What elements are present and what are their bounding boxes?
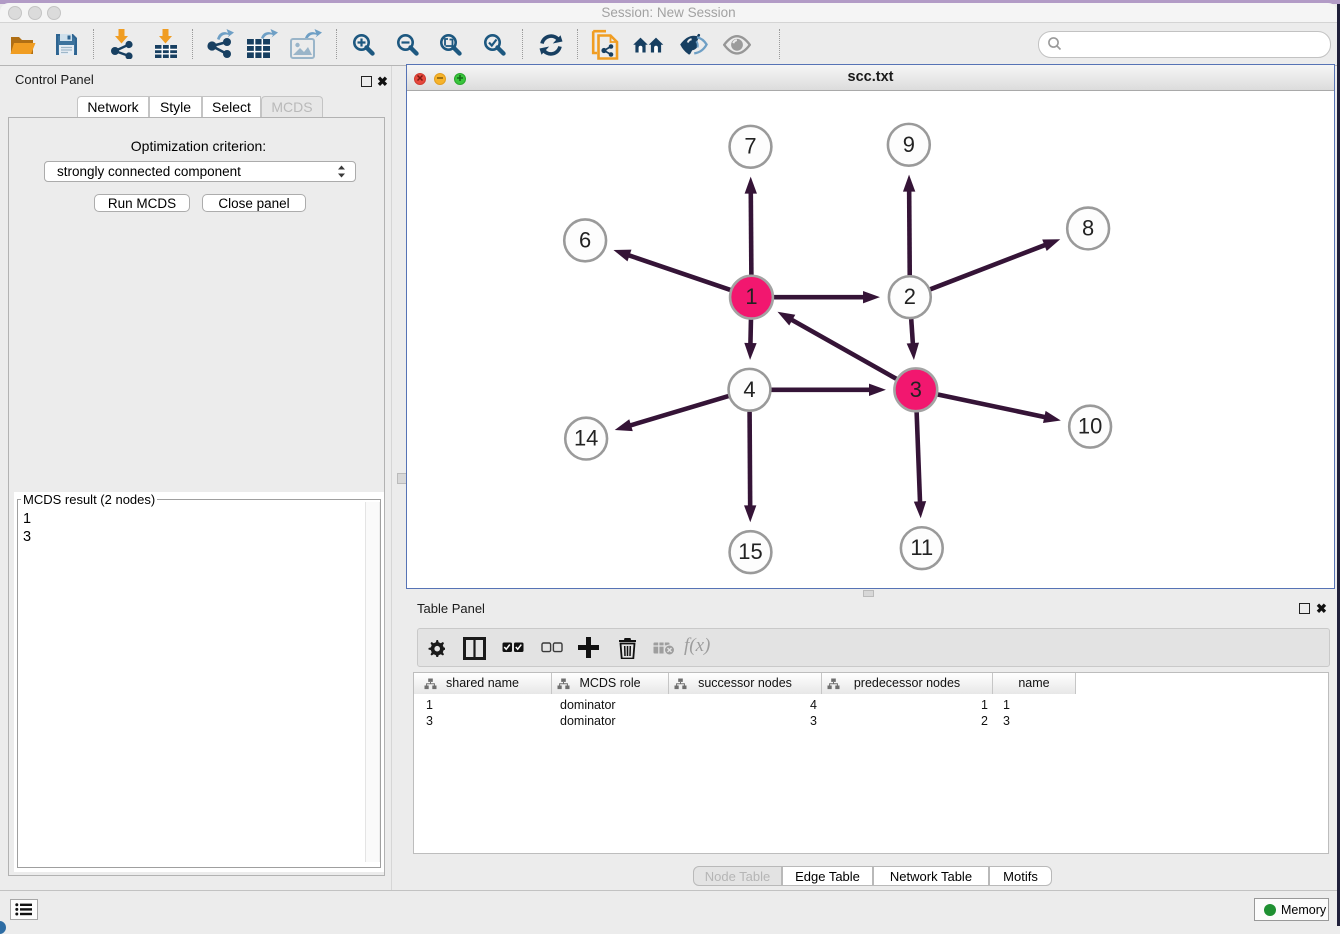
svg-text:11: 11	[910, 535, 933, 560]
svg-text:6: 6	[579, 227, 591, 252]
svg-text:15: 15	[738, 539, 762, 564]
svg-text:9: 9	[903, 132, 915, 157]
svg-text:10: 10	[1078, 414, 1102, 439]
svg-text:7: 7	[744, 134, 756, 159]
svg-text:1: 1	[745, 284, 757, 309]
svg-text:2: 2	[904, 284, 916, 309]
svg-text:3: 3	[910, 377, 922, 402]
svg-text:8: 8	[1082, 215, 1094, 240]
svg-text:4: 4	[743, 377, 755, 402]
svg-text:14: 14	[574, 426, 598, 451]
